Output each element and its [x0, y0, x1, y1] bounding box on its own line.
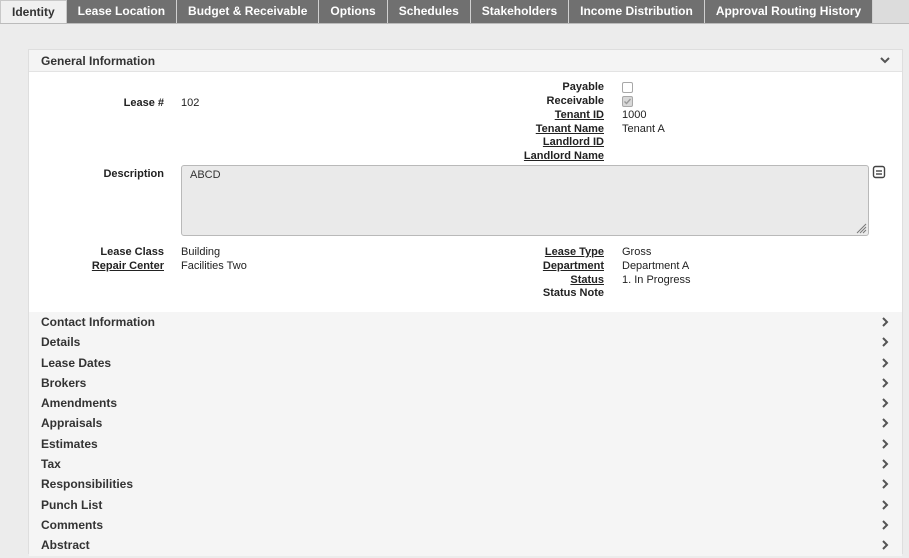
section-title: Abstract: [41, 538, 90, 553]
status-note-label: Status Note: [542, 287, 604, 299]
tab-schedules[interactable]: Schedules: [387, 0, 471, 23]
lease-class-label: Lease Class: [100, 246, 164, 258]
section-comments[interactable]: Comments: [29, 514, 902, 536]
section-tax[interactable]: Tax: [29, 454, 902, 475]
chevron-down-icon[interactable]: [879, 54, 891, 66]
resize-grip-icon[interactable]: [855, 222, 867, 234]
tab-budget-receivable[interactable]: Budget & Receivable: [177, 0, 320, 23]
status-link[interactable]: Status: [570, 274, 604, 286]
general-information-header[interactable]: General Information: [29, 50, 902, 72]
tenant-id-value: 1000: [622, 109, 647, 121]
tab-options[interactable]: Options: [319, 0, 388, 23]
chevron-right-icon[interactable]: [879, 539, 891, 551]
section-title: Comments: [41, 517, 104, 532]
chevron-right-icon[interactable]: [879, 336, 891, 348]
section-details[interactable]: Details: [29, 332, 902, 353]
section-abstract[interactable]: Abstract: [29, 535, 902, 556]
receivable-label: Receivable: [546, 95, 604, 107]
section-title: Punch List: [41, 497, 103, 512]
section-title: Lease Dates: [41, 355, 112, 370]
tenant-name-value: Tenant A: [622, 123, 665, 135]
section-title: Brokers: [41, 375, 87, 390]
chevron-right-icon[interactable]: [879, 377, 891, 389]
section-lease-dates[interactable]: Lease Dates: [29, 352, 902, 373]
payable-checkbox[interactable]: [622, 82, 633, 93]
lease-number-value: 102: [181, 97, 200, 109]
chevron-right-icon[interactable]: [879, 458, 891, 470]
section-contact-information[interactable]: Contact Information: [29, 312, 902, 333]
chevron-right-icon[interactable]: [879, 499, 891, 511]
tab-income-distribution[interactable]: Income Distribution: [569, 0, 705, 23]
lease-type-link[interactable]: Lease Type: [545, 246, 604, 258]
memo-icon[interactable]: [872, 165, 886, 179]
section-amendments[interactable]: Amendments: [29, 393, 902, 414]
description-textarea[interactable]: ABCD: [181, 165, 869, 236]
lease-type-value: Gross: [622, 246, 652, 258]
receivable-checkbox[interactable]: [622, 96, 633, 107]
tab-stakeholders[interactable]: Stakeholders: [470, 0, 570, 23]
description-value: ABCD: [190, 169, 221, 181]
department-value: Department A: [622, 260, 690, 272]
chevron-right-icon[interactable]: [879, 519, 891, 531]
section-appraisals[interactable]: Appraisals: [29, 413, 902, 434]
chevron-right-icon[interactable]: [879, 478, 891, 490]
repair-center-value: Facilities Two: [181, 260, 247, 272]
tab-identity[interactable]: Identity: [0, 0, 67, 23]
section-list: Contact Information Details Lease Dates …: [29, 312, 902, 556]
section-title: Contact Information: [41, 315, 155, 329]
chevron-right-icon[interactable]: [879, 417, 891, 429]
section-title: Tax: [41, 457, 61, 472]
department-link[interactable]: Department: [543, 260, 604, 272]
section-estimates[interactable]: Estimates: [29, 433, 902, 455]
status-value: 1. In Progress: [622, 274, 691, 286]
section-title: Appraisals: [41, 416, 103, 431]
payable-label: Payable: [562, 81, 604, 93]
section-title: Amendments: [41, 396, 118, 411]
general-information-title: General Information: [41, 54, 156, 68]
identity-panel: General Information Lease # 102 Payable …: [28, 49, 903, 556]
landlord-id-link[interactable]: Landlord ID: [543, 136, 604, 148]
tab-bar: Identity Lease Location Budget & Receiva…: [0, 0, 909, 24]
tenant-id-link[interactable]: Tenant ID: [555, 109, 604, 121]
section-title: Estimates: [41, 436, 98, 451]
tab-lease-location[interactable]: Lease Location: [66, 0, 178, 23]
section-punch-list[interactable]: Punch List: [29, 494, 902, 515]
section-title: Responsibilities: [41, 477, 134, 492]
section-responsibilities[interactable]: Responsibilities: [29, 474, 902, 495]
tenant-name-link[interactable]: Tenant Name: [536, 123, 604, 135]
section-brokers[interactable]: Brokers: [29, 372, 902, 394]
landlord-name-link[interactable]: Landlord Name: [524, 150, 604, 162]
chevron-right-icon[interactable]: [879, 438, 891, 450]
section-title: Details: [41, 335, 81, 350]
repair-center-link[interactable]: Repair Center: [92, 260, 164, 272]
description-label: Description: [103, 168, 164, 180]
chevron-right-icon[interactable]: [879, 357, 891, 369]
lease-number-label: Lease #: [123, 97, 164, 109]
chevron-right-icon[interactable]: [879, 397, 891, 409]
lease-class-value: Building: [181, 246, 221, 258]
checkmark-icon: [624, 98, 632, 105]
tab-approval-routing-history[interactable]: Approval Routing History: [704, 0, 874, 23]
chevron-right-icon[interactable]: [879, 316, 891, 328]
